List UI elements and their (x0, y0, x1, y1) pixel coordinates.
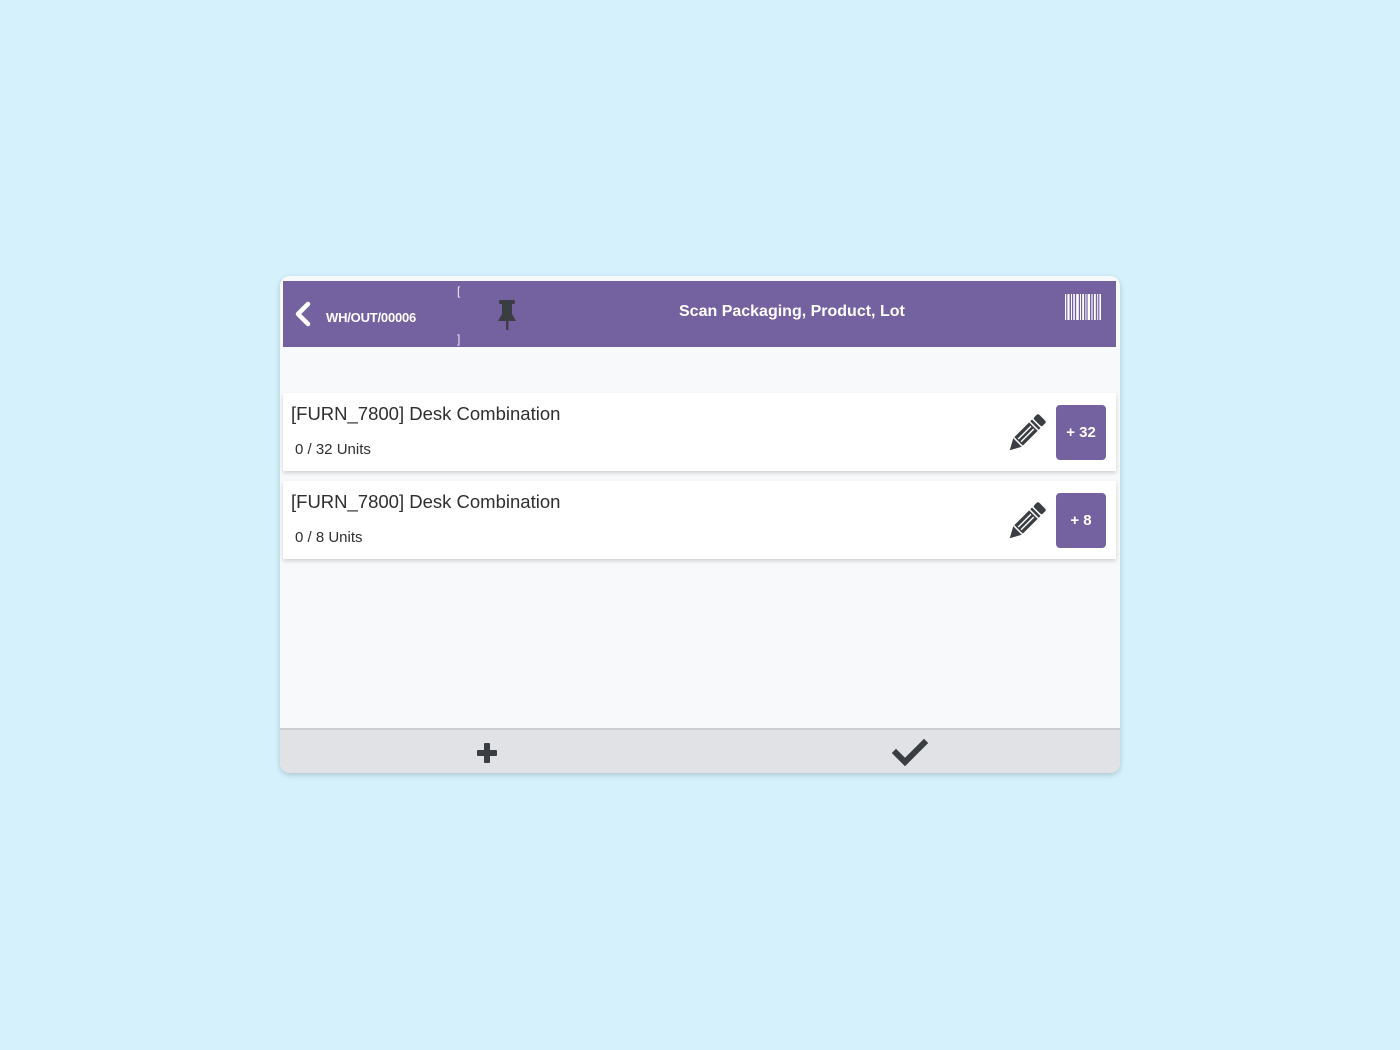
product-name: [FURN_7800] Desk Combination (291, 491, 561, 512)
pin-button[interactable] (493, 299, 521, 331)
bracket-close: ] (457, 332, 461, 346)
back-button[interactable] (289, 299, 317, 329)
product-name: [FURN_7800] Desk Combination (291, 403, 561, 424)
bottom-action-bar (280, 728, 1120, 773)
plus-icon (477, 742, 497, 763)
pencil-icon (1009, 502, 1046, 539)
move-line-2[interactable]: [FURN_7800] Desk Combination 0 / 8 Units… (283, 481, 1116, 559)
barcode-scan-button[interactable] (1064, 292, 1102, 322)
barcode-picking-window: WH/OUT/00006 [ ] Scan Packaging, Product… (280, 276, 1120, 773)
edit-line-button[interactable] (1005, 501, 1047, 543)
picking-name: WH/OUT/00006 (326, 310, 417, 325)
bracket-open: [ (457, 284, 461, 298)
validate-button[interactable] (700, 730, 1120, 773)
pencil-icon (1009, 414, 1046, 451)
add-product-button[interactable] (280, 730, 700, 773)
barcode-icon (1064, 292, 1102, 322)
chevron-left-icon (295, 301, 311, 327)
move-line-1[interactable]: [FURN_7800] Desk Combination 0 / 32 Unit… (283, 393, 1116, 471)
quantity-status: 0 / 8 Units (295, 529, 363, 546)
add-quantity-button[interactable]: + 8 (1056, 493, 1106, 548)
top-bar: WH/OUT/00006 [ ] Scan Packaging, Product… (283, 281, 1116, 347)
quantity-status: 0 / 32 Units (295, 441, 371, 458)
edit-line-button[interactable] (1005, 413, 1047, 455)
thumbtack-icon (498, 300, 516, 330)
scan-instruction: Scan Packaging, Product, Lot (679, 303, 905, 320)
add-quantity-button[interactable]: + 32 (1056, 405, 1106, 460)
check-icon (892, 738, 928, 766)
